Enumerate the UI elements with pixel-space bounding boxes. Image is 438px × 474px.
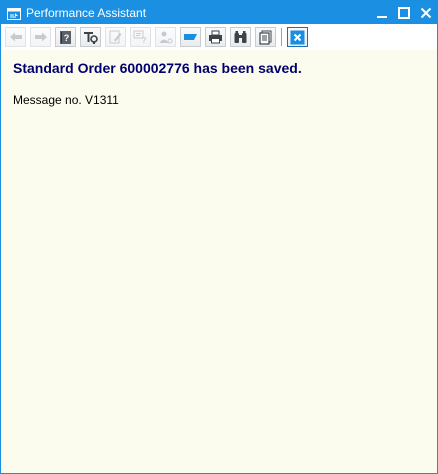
field-help-icon: ? xyxy=(133,30,147,44)
performance-assistant-window: Performance Assistant ? ? Standard Order… xyxy=(0,0,438,474)
forward-arrow-icon xyxy=(34,32,47,42)
help-book-icon: ? xyxy=(60,30,71,44)
user-settings-icon xyxy=(159,31,173,44)
close-assistant-button[interactable] xyxy=(287,27,308,47)
bookmark-icon xyxy=(184,34,197,40)
field-help-button[interactable]: ? xyxy=(130,27,151,47)
close-x-icon xyxy=(420,7,432,18)
technical-info-button[interactable] xyxy=(80,27,101,47)
edit-document-button[interactable] xyxy=(105,27,126,47)
window-title: Performance Assistant xyxy=(26,5,147,20)
svg-text:?: ? xyxy=(64,33,70,43)
document-list-button[interactable] xyxy=(255,27,276,47)
close-window-button[interactable] xyxy=(415,1,437,24)
close-icon xyxy=(290,30,305,44)
document-list-icon xyxy=(258,30,271,45)
app-window-icon xyxy=(7,7,21,20)
find-icon xyxy=(234,31,247,43)
maximize-button[interactable] xyxy=(393,1,415,24)
svg-text:?: ? xyxy=(142,36,147,44)
edit-document-icon xyxy=(109,30,122,44)
back-button[interactable] xyxy=(5,27,26,47)
maximize-icon xyxy=(398,6,410,19)
minimize-icon xyxy=(377,15,387,18)
message-content-area: Standard Order 600002776 has been saved.… xyxy=(1,50,437,473)
toolbar-separator xyxy=(281,28,282,46)
message-title: Standard Order 600002776 has been saved. xyxy=(13,60,302,76)
bookmark-button[interactable] xyxy=(180,27,201,47)
message-number: Message no. V1311 xyxy=(13,93,119,107)
help-book-button[interactable]: ? xyxy=(55,27,76,47)
print-button[interactable] xyxy=(205,27,226,47)
technical-info-icon xyxy=(84,32,98,44)
print-icon xyxy=(209,30,222,44)
title-bar[interactable]: Performance Assistant xyxy=(1,1,437,24)
forward-button[interactable] xyxy=(30,27,51,47)
minimize-button[interactable] xyxy=(371,1,393,24)
back-arrow-icon xyxy=(9,32,22,42)
toolbar: ? ? xyxy=(1,24,437,50)
user-settings-button[interactable] xyxy=(155,27,176,47)
window-controls xyxy=(371,1,437,24)
find-button[interactable] xyxy=(230,27,251,47)
